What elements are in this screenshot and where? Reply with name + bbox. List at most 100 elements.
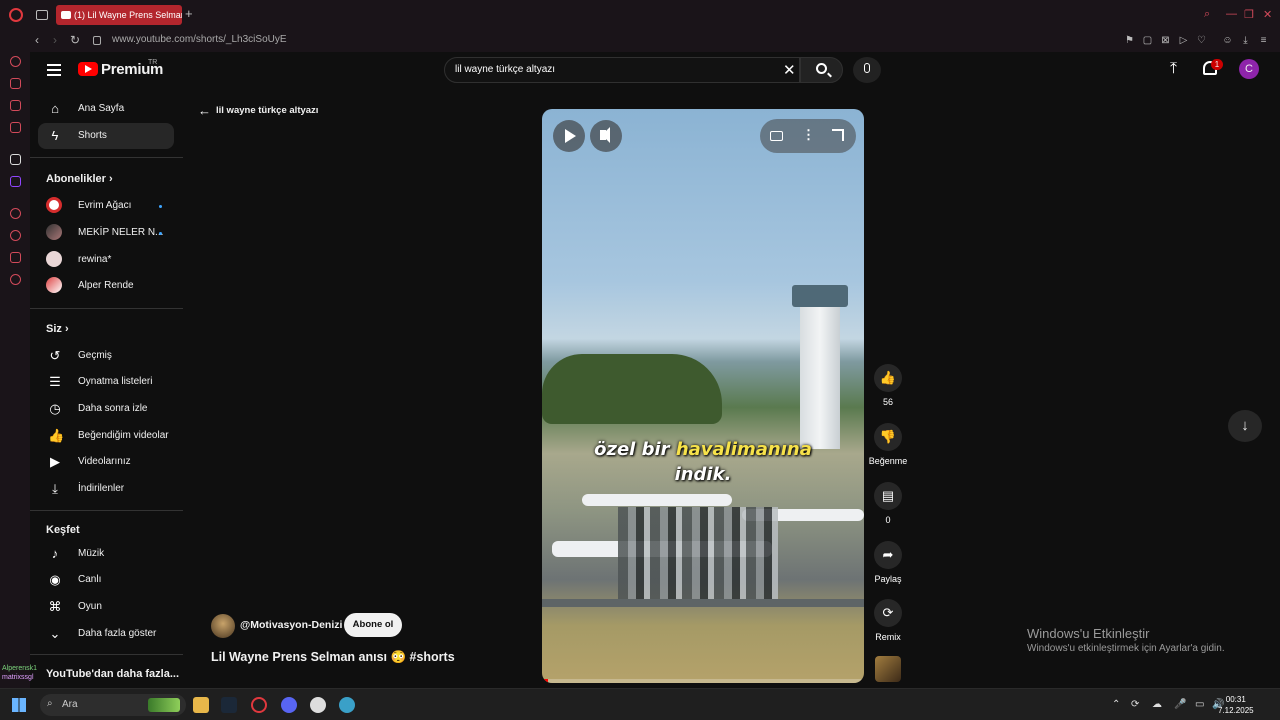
sidebar-item-music[interactable]: ♪ Müzik bbox=[38, 541, 174, 567]
search-tabs-icon[interactable]: ⌕ bbox=[1204, 8, 1210, 21]
shorts-video-player[interactable]: ⋮ özel bir havalimanına indik. bbox=[542, 109, 864, 683]
opera-gx-icon[interactable] bbox=[251, 697, 267, 713]
thumbs-down-icon: 👎 bbox=[874, 423, 902, 451]
minimize-button[interactable]: — bbox=[1226, 8, 1237, 20]
video-progress-bar[interactable] bbox=[542, 679, 864, 683]
activation-subtitle: Windows'u etkinleştirmek için Ayarlar'a … bbox=[1027, 643, 1225, 654]
url-field[interactable]: www.youtube.com/shorts/_Lh3ciSoUyE bbox=[112, 34, 287, 45]
remix-button[interactable]: ⟳ Remix bbox=[874, 599, 902, 642]
channel-audio-thumbnail[interactable] bbox=[875, 656, 901, 682]
player-icon[interactable]: ▷ bbox=[1178, 35, 1189, 46]
sidebar-item-home[interactable]: ⌂ Ana Sayfa bbox=[38, 96, 174, 122]
thumbs-up-icon: 👍 bbox=[48, 428, 65, 443]
comments-button[interactable]: ▤ 0 bbox=[874, 482, 902, 525]
subscription-item[interactable]: Alper Rende bbox=[38, 273, 174, 299]
rail-refresh-icon[interactable] bbox=[10, 56, 21, 67]
extensions-icon[interactable]: ⊠ bbox=[1160, 35, 1171, 46]
lock-icon bbox=[93, 36, 101, 45]
sidebar-item-liked[interactable]: 👍 Beğendiğim videolar bbox=[38, 423, 174, 449]
like-button[interactable]: 👍 56 bbox=[874, 364, 902, 407]
taskbar-clock[interactable]: 00:31 7.12.2025 bbox=[1218, 694, 1254, 716]
rail-news-icon[interactable] bbox=[10, 122, 21, 133]
subscriptions-heading[interactable]: Abonelikler › bbox=[46, 173, 113, 185]
profile-icon[interactable]: ☺ bbox=[1222, 35, 1233, 46]
taskbar-search[interactable]: ⌕ Ara bbox=[40, 694, 186, 716]
captions-icon[interactable] bbox=[770, 131, 783, 141]
sidebar-item-downloads[interactable]: ⤓ İndirilenler bbox=[38, 476, 174, 502]
sidebar-item-history[interactable]: ↺ Geçmiş bbox=[38, 343, 174, 369]
rail-aria-icon[interactable] bbox=[10, 154, 21, 165]
app-icon[interactable] bbox=[339, 697, 355, 713]
channel-handle[interactable]: @Motivasyon-Denizi bbox=[240, 619, 342, 631]
new-tab-button[interactable]: + bbox=[185, 6, 193, 21]
tab-overview-icon[interactable] bbox=[36, 10, 48, 20]
rail-extensions-icon[interactable] bbox=[10, 252, 21, 263]
create-upload-icon[interactable]: ⤒ bbox=[1170, 60, 1177, 78]
video-glitch bbox=[618, 507, 778, 599]
tray-cloud-icon[interactable]: ☁ bbox=[1152, 699, 1162, 710]
account-avatar[interactable]: C bbox=[1239, 59, 1259, 79]
heart-icon[interactable]: ♡ bbox=[1196, 35, 1207, 46]
clear-search-icon[interactable]: ✕ bbox=[783, 61, 796, 79]
github-icon[interactable] bbox=[310, 697, 326, 713]
downloads-icon[interactable]: ⤓ bbox=[1240, 35, 1251, 46]
sidebar-item-watch-later[interactable]: ◷ Daha sonra izle bbox=[38, 396, 174, 422]
tray-display-icon[interactable]: ▭ bbox=[1195, 699, 1204, 710]
steam-icon[interactable] bbox=[221, 697, 237, 713]
volume-button[interactable] bbox=[590, 120, 622, 152]
channel-avatar[interactable] bbox=[211, 614, 235, 638]
snapshot-icon[interactable]: ▢ bbox=[1142, 35, 1153, 46]
close-window-button[interactable]: ✕ bbox=[1263, 8, 1272, 21]
sidebar-item-playlists[interactable]: ☰ Oynatma listeleri bbox=[38, 369, 174, 395]
rail-twitch2-icon[interactable] bbox=[10, 176, 21, 187]
search-input[interactable]: lil wayne türkçe altyazı bbox=[455, 64, 555, 75]
opera-logo-icon[interactable] bbox=[9, 8, 23, 22]
file-explorer-icon[interactable] bbox=[193, 697, 209, 713]
youtube-logo-icon[interactable] bbox=[78, 62, 98, 76]
comment-count: 0 bbox=[885, 515, 891, 525]
next-video-button[interactable]: ↓ bbox=[1228, 410, 1262, 442]
play-button[interactable] bbox=[553, 120, 585, 152]
windows-start-icon[interactable] bbox=[12, 698, 26, 712]
sidebar-item-gaming[interactable]: ⌘ Oyun bbox=[38, 594, 174, 620]
search-box[interactable]: lil wayne türkçe altyazı ✕ bbox=[444, 57, 800, 83]
sidebar-item-shorts[interactable]: ϟ Shorts bbox=[38, 123, 174, 149]
back-nav-button[interactable]: ‹ bbox=[35, 33, 39, 47]
subscription-item[interactable]: MEKİP NELER N... bbox=[38, 220, 174, 246]
maximize-button[interactable]: ❐ bbox=[1244, 8, 1254, 21]
subscription-item[interactable]: Evrim Ağacı bbox=[38, 193, 174, 219]
tray-mic-icon[interactable]: 🎤 bbox=[1174, 699, 1186, 710]
back-search-label[interactable]: lil wayne türkçe altyazı bbox=[216, 105, 318, 116]
video-title[interactable]: Lil Wayne Prens Selman anısı 😳 #shorts bbox=[211, 650, 455, 665]
rail-history-icon[interactable] bbox=[10, 230, 21, 241]
reload-button[interactable]: ↻ bbox=[70, 33, 80, 47]
sidebar-item-label: Daha fazla göster bbox=[78, 628, 157, 639]
forward-nav-button[interactable]: › bbox=[53, 33, 57, 47]
back-arrow-icon[interactable]: ← bbox=[198, 103, 211, 118]
fullscreen-icon[interactable] bbox=[832, 129, 844, 141]
bookmark-icon[interactable]: ⚑ bbox=[1124, 35, 1135, 46]
more-options-icon[interactable]: ⋮ bbox=[802, 127, 815, 143]
dislike-button[interactable]: 👎 Beğenme bbox=[869, 423, 907, 466]
subscription-item[interactable]: rewina* bbox=[38, 247, 174, 273]
discord-icon[interactable] bbox=[281, 697, 297, 713]
arrow-down-icon: ↓ bbox=[1241, 417, 1249, 434]
rail-twitch-icon[interactable] bbox=[10, 100, 21, 111]
share-button[interactable]: ➦ Paylaş bbox=[874, 541, 902, 584]
hamburger-menu-icon[interactable] bbox=[47, 64, 61, 76]
tray-sync-icon[interactable]: ⟳ bbox=[1131, 699, 1139, 710]
sidebar-item-label: Daha sonra izle bbox=[78, 403, 148, 414]
rail-gx-icon[interactable] bbox=[10, 78, 21, 89]
tray-chevron-icon[interactable]: ⌃ bbox=[1112, 699, 1120, 710]
rail-settings-icon[interactable] bbox=[10, 274, 21, 285]
you-heading[interactable]: Siz › bbox=[46, 323, 69, 335]
sidebar-item-show-more[interactable]: ⌄ Daha fazla göster bbox=[38, 621, 174, 647]
search-button[interactable] bbox=[800, 57, 843, 83]
voice-search-button[interactable] bbox=[853, 57, 881, 83]
menu-icon[interactable]: ≡ bbox=[1258, 35, 1269, 46]
sidebar-item-live[interactable]: ◉ Canlı bbox=[38, 567, 174, 593]
rail-player-icon[interactable] bbox=[10, 208, 21, 219]
browser-tab[interactable]: (1) Lil Wayne Prens Selman anısı bbox=[56, 5, 182, 25]
subscribe-button[interactable]: Abone ol bbox=[344, 613, 402, 637]
sidebar-item-your-videos[interactable]: ▶ Videolarınız bbox=[38, 449, 174, 475]
